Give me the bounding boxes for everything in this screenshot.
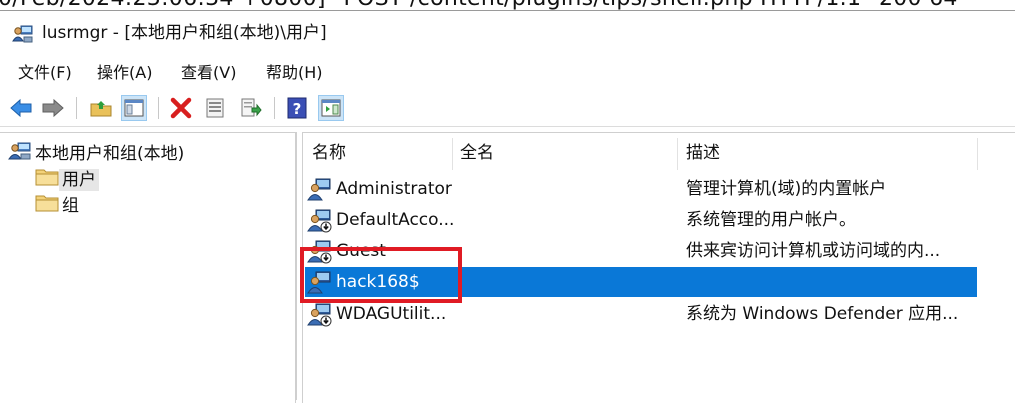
user-name: WDAGUtilit... (336, 304, 447, 324)
back-arrow-icon[interactable] (8, 95, 34, 121)
forward-arrow-icon[interactable] (40, 95, 66, 121)
column-divider[interactable] (977, 138, 978, 170)
export-list-icon[interactable] (238, 95, 264, 121)
menu-file[interactable]: 文件(F) (17, 63, 73, 83)
tree-item-groups[interactable]: 组 (35, 193, 82, 219)
table-row[interactable]: DefaultAcco... 系统管理的用户帐户。 (305, 205, 977, 235)
users-groups-icon (8, 140, 32, 168)
menu-bar: 文件(F) 操作(A) 查看(V) 帮助(H) (0, 57, 1015, 89)
show-hide-tree-icon[interactable] (121, 95, 147, 121)
column-header-name[interactable]: 名称 (312, 136, 346, 170)
column-divider[interactable] (452, 138, 453, 170)
delete-icon[interactable] (168, 95, 194, 121)
folder-icon (35, 193, 59, 219)
user-description: 供来宾访问计算机或访问域的内... (686, 241, 941, 261)
up-folder-icon[interactable] (88, 95, 114, 121)
folder-icon (35, 167, 59, 193)
svg-text:?: ? (293, 100, 302, 118)
menu-action[interactable]: 操作(A) (96, 63, 153, 83)
tree-item-users-label: 用户 (59, 169, 99, 191)
window-title: lusrmgr - [本地用户和组(本地)\用户] (42, 23, 327, 43)
properties-icon[interactable] (202, 95, 228, 121)
table-row[interactable]: Administrator 管理计算机(域)的内置帐户 (305, 174, 977, 204)
tree-root[interactable]: 本地用户和组(本地) (8, 140, 187, 168)
highlight-box (300, 247, 462, 303)
toolbar: ? (0, 90, 1015, 127)
table-row[interactable]: WDAGUtilit... 系统为 Windows Defender 应用... (305, 299, 977, 329)
menu-help[interactable]: 帮助(H) (265, 63, 324, 83)
tree-item-groups-label: 组 (62, 196, 79, 216)
show-action-pane-icon[interactable] (318, 95, 344, 121)
user-description: 系统为 Windows Defender 应用... (686, 304, 959, 324)
column-divider[interactable] (677, 138, 678, 170)
help-icon[interactable]: ? (284, 95, 310, 121)
menu-view[interactable]: 查看(V) (180, 63, 237, 83)
users-icon (12, 23, 34, 45)
user-description: 管理计算机(域)的内置帐户 (686, 179, 887, 199)
title-bar: lusrmgr - [本地用户和组(本地)\用户] (0, 10, 1015, 57)
user-description: 系统管理的用户帐户。 (686, 210, 856, 230)
background-log-text: 0/Feb/2024:23:06:34 +0800] "POST /conten… (0, 0, 1015, 10)
column-header-description[interactable]: 描述 (686, 136, 720, 170)
user-name: Administrator (336, 179, 452, 199)
user-name: DefaultAcco... (336, 210, 455, 230)
tree-root-label: 本地用户和组(本地) (35, 144, 185, 164)
disabled-user-icon (307, 299, 333, 337)
column-header-fullname[interactable]: 全名 (460, 136, 494, 170)
tree-item-users[interactable]: 用户 (35, 167, 99, 193)
